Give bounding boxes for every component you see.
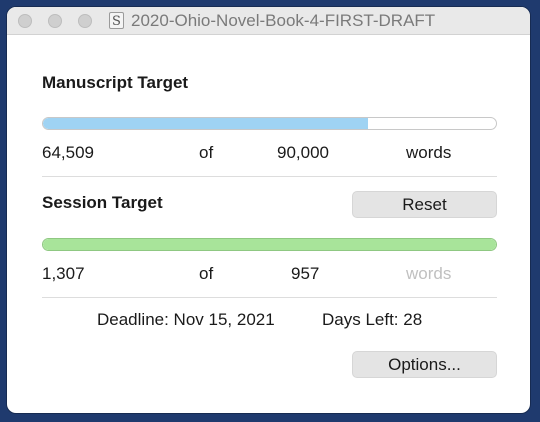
close-window-button[interactable] — [18, 14, 32, 28]
window-title-group: S 2020-Ohio-Novel-Book-4-FIRST-DRAFT — [109, 11, 435, 30]
manuscript-current-count: 64,509 — [42, 143, 94, 162]
session-target-heading: Session Target — [42, 193, 163, 212]
session-current-count: 1,307 — [42, 264, 85, 283]
manuscript-target-heading: Manuscript Target — [42, 73, 189, 92]
zoom-window-button[interactable] — [78, 14, 92, 28]
manuscript-progress-fill — [43, 118, 368, 129]
session-progress-bar — [42, 238, 497, 251]
manuscript-of-label: of — [199, 143, 214, 162]
manuscript-unit-label: words — [406, 143, 452, 162]
title-bar: S 2020-Ohio-Novel-Book-4-FIRST-DRAFT — [7, 7, 530, 35]
manuscript-progress-bar — [42, 117, 497, 130]
session-of-label: of — [199, 264, 214, 283]
scrivener-document-icon: S — [109, 12, 124, 29]
session-unit-label: words — [406, 264, 452, 283]
options-button[interactable]: Options... — [352, 351, 497, 378]
reset-button[interactable]: Reset — [352, 191, 497, 218]
minimize-window-button[interactable] — [48, 14, 62, 28]
session-progress-fill — [43, 239, 496, 250]
window-title: 2020-Ohio-Novel-Book-4-FIRST-DRAFT — [131, 10, 436, 30]
project-targets-window: S 2020-Ohio-Novel-Book-4-FIRST-DRAFT Man… — [7, 7, 530, 413]
manuscript-target-count[interactable]: 90,000 — [277, 143, 329, 163]
section-divider — [42, 297, 497, 298]
deadline-text: Deadline: Nov 15, 2021 — [97, 310, 275, 329]
section-divider — [42, 176, 497, 177]
session-target-count[interactable]: 957 — [291, 264, 319, 284]
days-left-text: Days Left: 28 — [322, 310, 423, 329]
